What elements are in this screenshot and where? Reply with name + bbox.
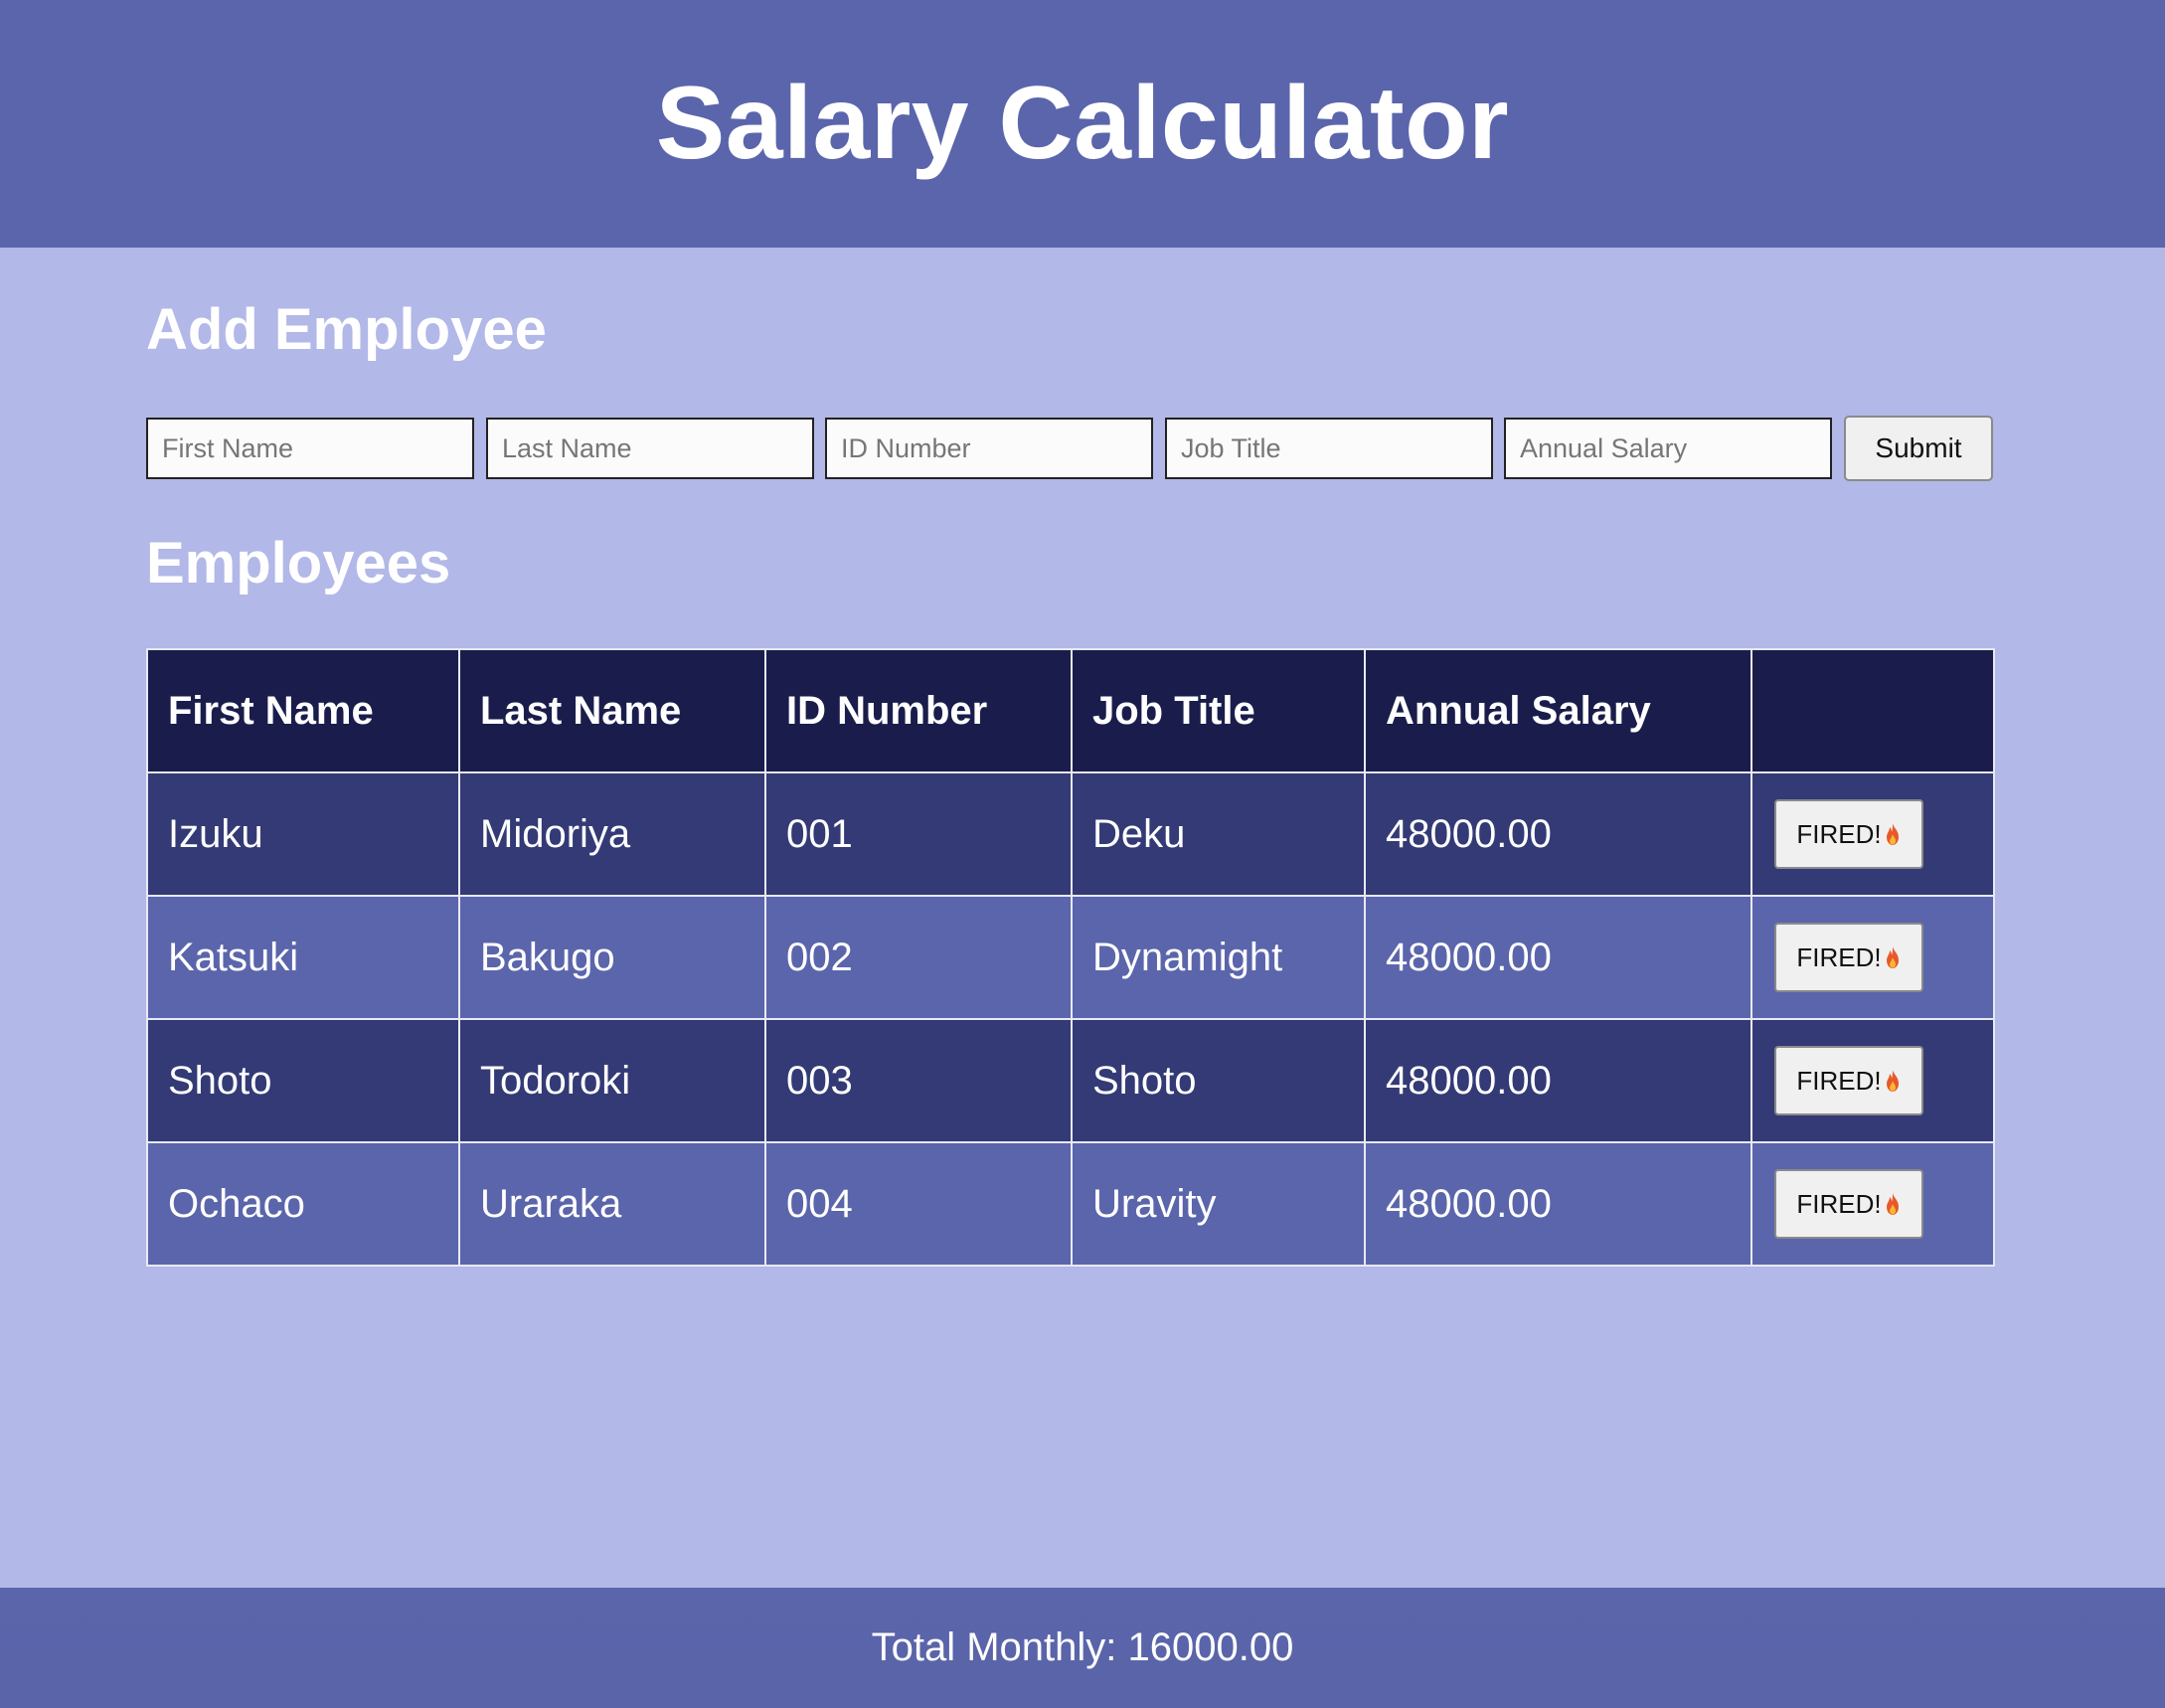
annual-salary-input[interactable] — [1504, 418, 1832, 479]
page-title: Salary Calculator — [655, 66, 1510, 181]
flame-icon — [1886, 823, 1899, 845]
fire-button[interactable]: FIRED! — [1774, 1169, 1923, 1239]
fire-button[interactable]: FIRED! — [1774, 1046, 1923, 1115]
table-row: Ochaco Uraraka 004 Uravity 48000.00 FIRE… — [146, 1141, 1995, 1267]
total-monthly: Total Monthly: 16000.00 — [871, 1625, 1294, 1669]
cell-last-name: Bakugo — [458, 895, 766, 1020]
column-header-actions — [1750, 648, 1995, 773]
cell-annual-salary: 48000.00 — [1364, 1018, 1752, 1143]
fire-button-label: FIRED! — [1796, 1065, 1882, 1096]
column-header-last-name: Last Name — [458, 648, 766, 773]
submit-button[interactable]: Submit — [1844, 416, 1993, 481]
id-number-input[interactable] — [825, 418, 1153, 479]
cell-action: FIRED! — [1750, 895, 1995, 1020]
job-title-input[interactable] — [1165, 418, 1493, 479]
table-header-row: First Name Last Name ID Number Job Title… — [146, 648, 1995, 773]
cell-id-number: 003 — [764, 1018, 1073, 1143]
flame-icon — [1886, 1070, 1899, 1092]
table-row: Shoto Todoroki 003 Shoto 48000.00 FIRED! — [146, 1018, 1995, 1143]
cell-first-name: Shoto — [146, 1018, 460, 1143]
cell-job-title: Deku — [1071, 771, 1366, 897]
cell-job-title: Dynamight — [1071, 895, 1366, 1020]
cell-last-name: Todoroki — [458, 1018, 766, 1143]
cell-id-number: 004 — [764, 1141, 1073, 1267]
fire-button-label: FIRED! — [1796, 1188, 1882, 1219]
add-employee-heading: Add Employee — [146, 297, 547, 362]
cell-id-number: 002 — [764, 895, 1073, 1020]
cell-job-title: Uravity — [1071, 1141, 1366, 1267]
employees-heading: Employees — [146, 531, 451, 596]
page-footer: Total Monthly: 16000.00 — [0, 1588, 2165, 1708]
fire-button-label: FIRED! — [1796, 941, 1882, 972]
column-header-annual-salary: Annual Salary — [1364, 648, 1752, 773]
cell-first-name: Katsuki — [146, 895, 460, 1020]
cell-annual-salary: 48000.00 — [1364, 771, 1752, 897]
cell-annual-salary: 48000.00 — [1364, 1141, 1752, 1267]
table-row: Izuku Midoriya 001 Deku 48000.00 FIRED! — [146, 771, 1995, 897]
add-employee-form: Submit — [146, 416, 1993, 481]
cell-action: FIRED! — [1750, 1018, 1995, 1143]
flame-icon — [1886, 1193, 1899, 1215]
cell-first-name: Ochaco — [146, 1141, 460, 1267]
last-name-input[interactable] — [486, 418, 814, 479]
cell-annual-salary: 48000.00 — [1364, 895, 1752, 1020]
fire-button-label: FIRED! — [1796, 818, 1882, 849]
cell-last-name: Uraraka — [458, 1141, 766, 1267]
column-header-job-title: Job Title — [1071, 648, 1366, 773]
cell-action: FIRED! — [1750, 1141, 1995, 1267]
cell-id-number: 001 — [764, 771, 1073, 897]
column-header-first-name: First Name — [146, 648, 460, 773]
fire-button[interactable]: FIRED! — [1774, 923, 1923, 992]
cell-job-title: Shoto — [1071, 1018, 1366, 1143]
flame-icon — [1886, 946, 1899, 968]
first-name-input[interactable] — [146, 418, 474, 479]
table-row: Katsuki Bakugo 002 Dynamight 48000.00 FI… — [146, 895, 1995, 1020]
cell-first-name: Izuku — [146, 771, 460, 897]
cell-action: FIRED! — [1750, 771, 1995, 897]
cell-last-name: Midoriya — [458, 771, 766, 897]
page-header: Salary Calculator — [0, 0, 2165, 248]
fire-button[interactable]: FIRED! — [1774, 799, 1923, 869]
column-header-id-number: ID Number — [764, 648, 1073, 773]
employees-table: First Name Last Name ID Number Job Title… — [146, 648, 1995, 1267]
